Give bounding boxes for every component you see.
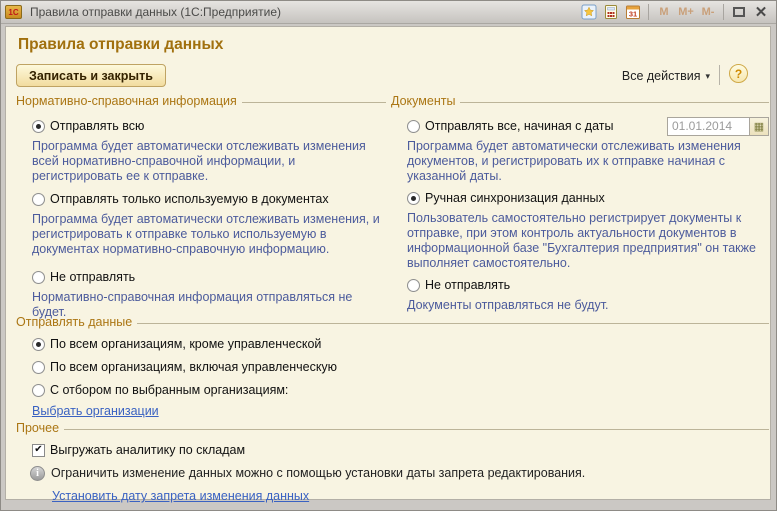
1c-logo-icon: 1С bbox=[5, 5, 22, 19]
radio-icon[interactable] bbox=[407, 279, 420, 292]
calculator-button[interactable] bbox=[600, 3, 622, 22]
select-organizations-link[interactable]: Выбрать организации bbox=[32, 404, 159, 418]
page-title: Правила отправки данных bbox=[18, 36, 223, 54]
checkbox-label: Выгружать аналитику по складам bbox=[50, 443, 245, 457]
caption-rule bbox=[242, 102, 386, 103]
radio-label: По всем организациям, включая управленче… bbox=[50, 360, 337, 374]
radio-label: Отправлять всю bbox=[50, 119, 144, 133]
radio-no-send-nsi[interactable]: Не отправлять bbox=[32, 269, 386, 285]
all-actions-label: Все действия bbox=[622, 69, 701, 83]
radio-send-used-nsi[interactable]: Отправлять только используемую в докумен… bbox=[32, 191, 386, 207]
info-icon-glyph: i bbox=[36, 468, 39, 479]
warehouse-analytics-checkbox-row[interactable]: ✔ Выгружать аналитику по складам bbox=[32, 442, 769, 458]
radio-label: Не отправлять bbox=[50, 270, 135, 284]
radio-icon[interactable] bbox=[32, 120, 45, 133]
caption-rule bbox=[64, 429, 769, 430]
save-and-close-button[interactable]: Записать и закрыть bbox=[16, 64, 166, 87]
app-window: 1С Правила отправки данных (1С:Предприят… bbox=[0, 0, 777, 511]
info-text: Ограничить изменение данных можно с помо… bbox=[51, 466, 585, 480]
radio-description: Документы отправляться не будут. bbox=[407, 298, 775, 313]
group-other: Прочее ✔ Выгружать аналитику по складам … bbox=[16, 420, 769, 504]
1c-logo-text: 1С bbox=[8, 8, 18, 17]
favorites-button[interactable] bbox=[578, 3, 600, 22]
star-icon bbox=[581, 4, 597, 20]
radio-label: Отправлять только используемую в докумен… bbox=[50, 192, 329, 206]
group-send-data-caption: Отправлять данные bbox=[16, 314, 769, 330]
radio-label: По всем организациям, кроме управленческ… bbox=[50, 337, 321, 351]
group-documents-caption: Документы bbox=[391, 93, 769, 109]
set-edit-ban-date-link[interactable]: Установить дату запрета изменения данных bbox=[52, 489, 309, 503]
group-caption-label: Прочее bbox=[16, 421, 64, 435]
group-other-caption: Прочее bbox=[16, 420, 769, 436]
radio-manual-sync[interactable]: Ручная синхронизация данных bbox=[407, 190, 769, 206]
radio-description: Программа будет автоматически отслеживат… bbox=[32, 212, 386, 257]
window-title: Правила отправки данных (1С:Предприятие) bbox=[30, 5, 281, 19]
calendar-icon: 31 bbox=[625, 4, 641, 20]
radio-label: С отбором по выбранным организациям: bbox=[50, 383, 288, 397]
date-picker-icon: ▦ bbox=[754, 120, 764, 133]
radio-icon[interactable] bbox=[407, 120, 420, 133]
date-picker-button[interactable]: ▦ bbox=[749, 117, 769, 136]
caption-rule bbox=[460, 102, 769, 103]
memory-m-button[interactable]: М bbox=[653, 6, 675, 18]
group-send-data: Отправлять данные По всем организациям, … bbox=[16, 314, 769, 419]
radio-icon[interactable] bbox=[32, 384, 45, 397]
info-icon: i bbox=[30, 466, 45, 481]
info-row: i Ограничить изменение данных можно с по… bbox=[30, 466, 769, 481]
radio-label: Не отправлять bbox=[425, 278, 510, 292]
maximize-button[interactable] bbox=[728, 3, 750, 22]
radio-icon[interactable] bbox=[32, 271, 45, 284]
radio-label: Ручная синхронизация данных bbox=[425, 191, 605, 205]
radio-description: Программа будет автоматически отслеживат… bbox=[32, 139, 386, 184]
group-documents: Документы Отправлять все, начиная с даты… bbox=[391, 93, 769, 313]
radio-icon[interactable] bbox=[407, 192, 420, 205]
dropdown-arrow-icon: ▾ bbox=[705, 71, 710, 82]
radio-send-all-from-date[interactable]: Отправлять все, начиная с даты ▦ bbox=[407, 118, 769, 134]
titlebar-separator bbox=[648, 4, 649, 20]
group-caption-label: Отправлять данные bbox=[16, 315, 137, 329]
radio-send-all-nsi[interactable]: Отправлять всю bbox=[32, 118, 386, 134]
radio-description: Программа будет автоматически отслеживат… bbox=[407, 139, 775, 184]
titlebar-separator-2 bbox=[723, 4, 724, 20]
group-caption-label: Нормативно-справочная информация bbox=[16, 94, 242, 108]
radio-all-orgs-including-management[interactable]: По всем организациям, включая управленче… bbox=[32, 359, 769, 375]
group-reference-info: Нормативно-справочная информация Отправл… bbox=[16, 93, 386, 320]
date-field-wrap: ▦ bbox=[667, 117, 769, 136]
help-button[interactable]: ? bbox=[729, 64, 748, 83]
radio-icon[interactable] bbox=[32, 338, 45, 351]
radio-icon[interactable] bbox=[32, 193, 45, 206]
start-date-input[interactable] bbox=[667, 117, 749, 136]
memory-m-plus-button[interactable]: М+ bbox=[675, 6, 697, 18]
radio-icon[interactable] bbox=[32, 361, 45, 374]
group-reference-info-caption: Нормативно-справочная информация bbox=[16, 93, 386, 109]
radio-label: Отправлять все, начиная с даты bbox=[425, 119, 613, 133]
memory-m-minus-button[interactable]: М- bbox=[697, 6, 719, 18]
calculator-icon bbox=[603, 4, 619, 20]
radio-all-orgs-except-management[interactable]: По всем организациям, кроме управленческ… bbox=[32, 336, 769, 352]
close-icon: ✕ bbox=[755, 5, 768, 20]
close-button[interactable]: ✕ bbox=[750, 3, 772, 22]
radio-no-send-documents[interactable]: Не отправлять bbox=[407, 277, 769, 293]
help-icon: ? bbox=[735, 67, 742, 81]
titlebar: 1С Правила отправки данных (1С:Предприят… bbox=[1, 1, 776, 24]
radio-selected-orgs-filter[interactable]: С отбором по выбранным организациям: bbox=[32, 382, 769, 398]
maximize-icon bbox=[733, 7, 745, 17]
command-bar-separator bbox=[719, 65, 720, 85]
checkbox-icon[interactable]: ✔ bbox=[32, 444, 45, 457]
group-caption-label: Документы bbox=[391, 94, 460, 108]
check-mark-icon: ✔ bbox=[34, 445, 42, 455]
form-content: Правила отправки данных Записать и закры… bbox=[5, 26, 771, 500]
all-actions-button[interactable]: Все действия ▾ bbox=[622, 67, 710, 85]
svg-text:31: 31 bbox=[629, 10, 637, 19]
radio-description: Пользователь самостоятельно регистрирует… bbox=[407, 211, 775, 271]
caption-rule bbox=[137, 323, 769, 324]
calendar-button[interactable]: 31 bbox=[622, 3, 644, 22]
